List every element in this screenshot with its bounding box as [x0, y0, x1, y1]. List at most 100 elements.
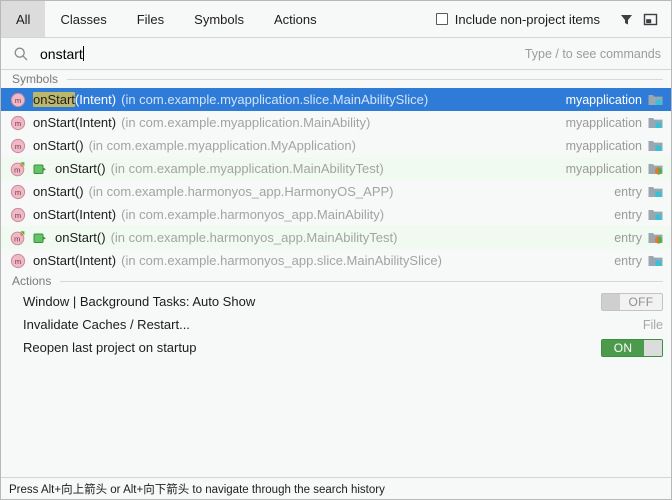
search-bar[interactable]: onstart Type / to see commands: [1, 38, 671, 70]
symbol-name: onStart(Intent): [33, 207, 116, 222]
row-right: myapplication: [552, 162, 663, 176]
module-folder-icon: [648, 256, 663, 266]
module-folder-icon: [648, 118, 663, 128]
method-icon: m: [10, 253, 26, 269]
symbol-signature: (): [96, 161, 106, 176]
symbol-signature: (Intent): [74, 115, 117, 130]
module-label: entry: [614, 184, 642, 199]
symbol-signature: (): [96, 230, 106, 245]
search-everywhere-dialog: All Classes Files Symbols Actions Includ…: [0, 0, 672, 500]
symbol-name: onStart(): [33, 138, 84, 153]
toggle-knob: [602, 293, 620, 310]
method-test-icon: m: [10, 230, 26, 246]
tab-bar-right-controls: Include non-project items: [435, 1, 671, 37]
group-header-divider: [60, 280, 663, 282]
module-label: entry: [614, 253, 642, 268]
toggle-state-label: OFF: [628, 294, 654, 309]
tab-list: All Classes Files Symbols Actions: [1, 1, 332, 37]
action-right: ON: [601, 338, 663, 357]
symbol-location: (in com.example.harmonyos_app.MainAbilit…: [110, 230, 398, 245]
filter-funnel-icon: [620, 14, 632, 24]
tab-actions[interactable]: Actions: [259, 1, 332, 37]
table-row[interactable]: m onStart() (in com.example.harmonyos_ap…: [1, 180, 671, 203]
symbol-name: onStart(): [55, 161, 106, 176]
group-header-symbols: Symbols: [1, 70, 671, 88]
module-label: myapplication: [565, 92, 642, 107]
svg-text:m: m: [15, 96, 21, 105]
table-row[interactable]: m onStart() (in com.example.myapplicatio…: [1, 134, 671, 157]
symbol-location: (in com.example.myapplication.MyApplicat…: [88, 138, 356, 153]
tab-symbols[interactable]: Symbols: [179, 1, 259, 37]
svg-text:m: m: [14, 234, 20, 243]
tab-all-label: All: [16, 11, 31, 27]
group-header-symbols-label: Symbols: [12, 72, 59, 86]
symbol-location: (in com.example.harmonyos_app.HarmonyOS_…: [88, 184, 394, 199]
row-right: entry: [600, 254, 663, 268]
match-highlight: onStart: [33, 92, 75, 107]
tab-all[interactable]: All: [1, 1, 46, 37]
module-label: myapplication: [565, 161, 642, 176]
include-non-project-items-checkbox[interactable]: Include non-project items: [435, 12, 600, 27]
group-header-divider: [67, 78, 663, 80]
module-label: myapplication: [565, 115, 642, 130]
toggle-switch-off[interactable]: OFF: [601, 292, 663, 311]
table-row[interactable]: m onStart(Intent) (in com.example.myappl…: [1, 88, 671, 111]
method-icon: m: [10, 184, 26, 200]
row-right: entry: [600, 208, 663, 222]
row-right: myapplication: [552, 93, 663, 107]
toggle-switch-on[interactable]: ON: [601, 338, 663, 357]
symbol-name: onStart(Intent): [33, 253, 116, 268]
run-test-icon[interactable]: [33, 162, 47, 176]
table-row[interactable]: m onStart() (in com.example.myapplicatio…: [1, 157, 671, 180]
method-test-icon: m: [10, 161, 26, 177]
search-input-value[interactable]: onstart: [40, 46, 83, 62]
action-label: Reopen last project on startup: [23, 340, 197, 355]
symbol-location: (in com.example.myapplication.MainAbilit…: [110, 161, 384, 176]
status-bar-text: Press Alt+向上箭头 or Alt+向下箭头 to navigate t…: [9, 483, 385, 496]
svg-text:m: m: [15, 188, 21, 197]
symbol-base-name: onStart: [33, 207, 75, 222]
filter-button[interactable]: [614, 7, 638, 31]
svg-text:m: m: [15, 142, 21, 151]
list-item[interactable]: Invalidate Caches / Restart... File: [1, 313, 671, 336]
method-icon: m: [10, 207, 26, 223]
tab-classes-label: Classes: [60, 11, 107, 27]
svg-text:m: m: [14, 165, 20, 174]
row-right: myapplication: [552, 116, 663, 130]
status-bar: Press Alt+向上箭头 or Alt+向下箭头 to navigate t…: [1, 477, 671, 499]
list-item[interactable]: Reopen last project on startup ON: [1, 336, 671, 359]
search-icon: [14, 47, 28, 60]
tab-files[interactable]: Files: [122, 1, 179, 37]
checkbox-box-icon: [435, 13, 448, 25]
symbol-name: onStart(Intent): [33, 115, 116, 130]
symbol-signature: (Intent): [74, 207, 117, 222]
table-row[interactable]: m onStart(Intent) (in com.example.harmon…: [1, 249, 671, 272]
table-row[interactable]: m onStart(Intent) (in com.example.myappl…: [1, 111, 671, 134]
symbol-signature: (): [74, 138, 84, 153]
preview-panel-button[interactable]: [638, 7, 662, 31]
group-header-actions-label: Actions: [12, 274, 52, 288]
table-row[interactable]: m onStart() (in com.example.harmonyos_ap…: [1, 226, 671, 249]
tab-classes[interactable]: Classes: [45, 1, 121, 37]
symbol-base-name: onStart: [55, 161, 97, 176]
module-folder-icon: [648, 187, 663, 197]
symbol-location: (in com.example.myapplication.MainAbilit…: [121, 115, 371, 130]
action-right: File: [643, 318, 663, 332]
method-icon: m: [10, 138, 26, 154]
action-label: Window | Background Tasks: Auto Show: [23, 294, 256, 309]
row-right: myapplication: [552, 139, 663, 153]
svg-text:m: m: [15, 257, 21, 266]
method-icon: m: [10, 92, 26, 108]
table-row[interactable]: m onStart(Intent) (in com.example.harmon…: [1, 203, 671, 226]
preview-panel-icon: [643, 13, 657, 25]
toggle-track: [644, 339, 662, 356]
search-hint: Type / to see commands: [524, 46, 661, 61]
results-list: Symbols m onStart(Intent) (in com.exampl…: [1, 70, 671, 477]
run-test-icon[interactable]: [33, 231, 47, 245]
symbol-name: onStart(): [55, 230, 106, 245]
symbol-signature: (): [74, 184, 84, 199]
symbol-name: onStart(Intent): [33, 92, 116, 107]
svg-text:m: m: [15, 119, 21, 128]
list-item[interactable]: Window | Background Tasks: Auto Show OFF: [1, 290, 671, 313]
toggle-state-label: ON: [602, 339, 644, 356]
